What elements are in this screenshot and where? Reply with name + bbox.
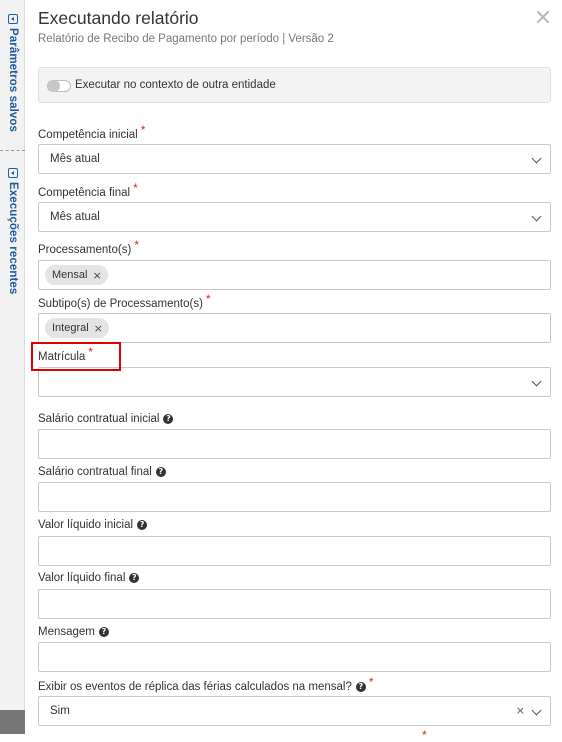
- context-toggle-label: Executar no contexto de outra entidade: [75, 79, 276, 91]
- subtipos-label-text: Subtipo(s) de Processamento(s): [38, 298, 203, 310]
- page-title: Executando relatório: [38, 8, 199, 28]
- salario-final-label: Salário contratual final?: [38, 466, 166, 478]
- required-mark: *: [134, 238, 139, 252]
- chip-integral-label: Integral: [52, 322, 89, 334]
- required-mark: *: [422, 728, 427, 742]
- competencia-inicial-label-text: Competência inicial: [38, 129, 138, 141]
- salario-final-label-text: Salário contratual final: [38, 466, 152, 478]
- expand-panel-icon: [8, 168, 18, 178]
- context-toggle-box: Executar no contexto de outra entidade: [38, 67, 551, 103]
- competencia-inicial-select[interactable]: Mês atual: [38, 144, 551, 174]
- replica-ferias-label: Exibir os eventos de réplica das férias …: [38, 675, 374, 693]
- help-icon[interactable]: ?: [137, 520, 148, 530]
- chip-integral: Integral ×: [45, 318, 109, 338]
- matricula-select[interactable]: [38, 367, 551, 397]
- processamentos-label: Processamento(s) *: [38, 238, 139, 256]
- mensagem-label: Mensagem?: [38, 626, 109, 638]
- liquido-inicial-input[interactable]: [38, 536, 551, 566]
- chevron-down-icon: [531, 153, 542, 164]
- salario-inicial-label-text: Salário contratual inicial: [38, 413, 160, 425]
- left-sidebar: Parâmetros salvos Execuções recentes: [0, 0, 25, 734]
- clear-selection-icon[interactable]: ×: [516, 704, 525, 717]
- processamentos-label-text: Processamento(s): [38, 244, 132, 256]
- help-icon[interactable]: ?: [355, 682, 366, 692]
- subtipos-multiselect[interactable]: Integral ×: [38, 313, 551, 343]
- liquido-final-label-text: Valor líquido final: [38, 572, 126, 584]
- competencia-inicial-label: Competência inicial *: [38, 123, 145, 141]
- chip-mensal: Mensal ×: [45, 265, 108, 285]
- tab-saved-parameters[interactable]: Parâmetros salvos: [3, 14, 23, 132]
- page-subtitle: Relatório de Recibo de Pagamento por per…: [38, 33, 334, 45]
- help-icon[interactable]: ?: [163, 414, 174, 424]
- expand-panel-icon: [8, 14, 18, 24]
- salario-final-input[interactable]: [38, 482, 551, 512]
- tab-saved-parameters-label: Parâmetros salvos: [7, 28, 19, 132]
- tab-recent-executions-label: Execuções recentes: [7, 182, 19, 295]
- remove-chip-icon[interactable]: ×: [94, 322, 103, 335]
- liquido-inicial-label: Valor líquido inicial?: [38, 519, 148, 531]
- required-mark: *: [140, 123, 146, 137]
- mensagem-input[interactable]: [38, 642, 551, 672]
- subtipos-label: Subtipo(s) de Processamento(s) *: [38, 292, 211, 310]
- required-mark: *: [133, 181, 138, 195]
- chevron-down-icon: [531, 376, 542, 387]
- liquido-final-input[interactable]: [38, 589, 551, 619]
- processamentos-multiselect[interactable]: Mensal ×: [38, 260, 551, 290]
- help-icon[interactable]: ?: [98, 627, 109, 637]
- required-mark: *: [368, 675, 374, 689]
- competencia-final-label-text: Competência final: [38, 187, 131, 199]
- sidebar-footer: [0, 710, 25, 734]
- liquido-inicial-label-text: Valor líquido inicial: [38, 519, 134, 531]
- competencia-inicial-value: Mês atual: [50, 153, 100, 165]
- competencia-final-label: Competência final *: [38, 181, 138, 199]
- highlight-box: [31, 342, 121, 371]
- competencia-final-select[interactable]: Mês atual: [38, 202, 551, 232]
- chevron-down-icon: [531, 705, 542, 716]
- competencia-final-value: Mês atual: [50, 211, 100, 223]
- chevron-down-icon: [531, 211, 542, 222]
- chip-mensal-label: Mensal: [52, 269, 88, 281]
- liquido-final-label: Valor líquido final?: [38, 572, 140, 584]
- replica-ferias-label-text: Exibir os eventos de réplica das férias …: [38, 681, 352, 693]
- replica-ferias-value: Sim: [50, 705, 70, 717]
- sidebar-divider: [0, 150, 25, 151]
- help-icon[interactable]: ?: [129, 573, 140, 583]
- help-icon[interactable]: ?: [155, 467, 166, 477]
- context-toggle[interactable]: [47, 80, 71, 92]
- tab-recent-executions[interactable]: Execuções recentes: [3, 168, 23, 294]
- replica-ferias-select[interactable]: Sim ×: [38, 696, 551, 726]
- mensagem-label-text: Mensagem: [38, 626, 95, 638]
- close-icon[interactable]: [535, 9, 551, 25]
- salario-inicial-input[interactable]: [38, 429, 551, 459]
- toggle-knob: [48, 80, 60, 92]
- salario-inicial-label: Salário contratual inicial?: [38, 413, 174, 425]
- remove-chip-icon[interactable]: ×: [92, 269, 101, 282]
- required-mark: *: [205, 292, 211, 306]
